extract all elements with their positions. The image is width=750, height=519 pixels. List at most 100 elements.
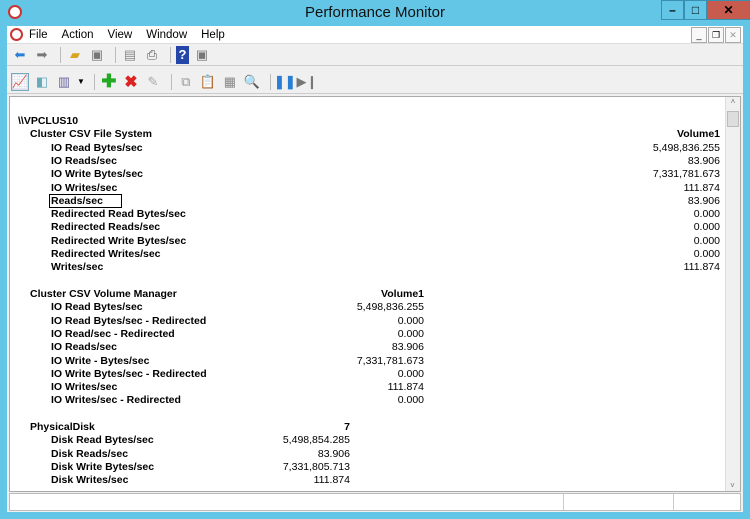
graph-type-dropdown-icon[interactable]: ▼ <box>77 77 85 86</box>
mdi-minimize-button[interactable]: _ <box>691 27 707 43</box>
counter-value: 83.906 <box>317 447 350 460</box>
menu-view[interactable]: View <box>108 29 133 41</box>
object-name[interactable]: Cluster CSV Volume Manager <box>30 288 177 301</box>
menu-bar: File Action View Window Help _ ❐ ✕ <box>7 26 743 44</box>
mmc-icon[interactable] <box>10 28 23 41</box>
counter-value: 0.000 <box>693 208 720 221</box>
object-name[interactable]: PhysicalDisk <box>30 421 95 434</box>
counter-value: 83.906 <box>391 341 424 354</box>
counter-name[interactable]: IO Read Bytes/sec <box>51 301 143 314</box>
counter-name[interactable]: IO Write - Bytes/sec <box>51 355 149 368</box>
add-counter-icon[interactable]: ✚ <box>100 71 118 91</box>
counter-value: 5,498,836.255 <box>652 141 720 154</box>
counter-value: 0.000 <box>693 248 720 260</box>
counter-value: 111.874 <box>683 261 720 274</box>
maximize-button[interactable]: □ <box>684 0 707 20</box>
scroll-down-icon[interactable]: ˅ <box>726 481 739 490</box>
highlight-icon[interactable]: ✎ <box>144 73 162 91</box>
back-icon[interactable]: ⬅ <box>11 46 29 64</box>
counter-name[interactable]: IO Reads/sec <box>51 155 117 168</box>
report-view: ˄ ˅ \\VPCLUS10 Cluster CSV File System Vol… <box>9 96 741 492</box>
counter-value: 0.000 <box>397 327 424 340</box>
title-bar: Performance Monitor – □ ✕ <box>0 0 750 26</box>
menu-help[interactable]: Help <box>201 29 225 41</box>
counter-name[interactable]: Redirected Read Bytes/sec <box>51 208 186 221</box>
counter-name[interactable]: Disk Reads/sec <box>51 448 128 461</box>
zoom-icon[interactable]: 🔍 <box>243 73 261 91</box>
counter-name[interactable]: Disk Read Bytes/sec <box>51 434 154 447</box>
counter-name[interactable]: IO Writes/sec <box>51 381 117 394</box>
counter-value: 111.874 <box>387 381 424 394</box>
freeze-display-icon[interactable]: ❚❚ <box>274 73 296 91</box>
export-list-icon[interactable]: ▤ <box>121 46 139 64</box>
status-pane-3 <box>673 494 743 510</box>
menu-file[interactable]: File <box>29 29 48 41</box>
counter-name[interactable]: IO Write Bytes/sec <box>51 168 143 181</box>
paste-counter-list-icon[interactable]: 📋 <box>199 73 217 91</box>
forward-icon[interactable]: ➡ <box>33 46 51 64</box>
instance-header[interactable]: 7 <box>344 421 350 434</box>
counter-value: 111.874 <box>683 181 720 194</box>
counter-name[interactable]: Writes/sec <box>51 261 103 274</box>
counter-value: 0.000 <box>693 221 720 234</box>
counter-value: 111.874 <box>313 474 350 487</box>
scroll-thumb[interactable] <box>727 111 739 127</box>
counter-name[interactable]: Disk Writes/sec <box>51 474 128 487</box>
counter-name[interactable]: Redirected Reads/sec <box>51 221 160 234</box>
counter-value: 0.000 <box>693 234 720 247</box>
up-folder-icon[interactable]: ▰ <box>66 46 84 64</box>
scroll-up-icon[interactable]: ˄ <box>726 97 740 106</box>
counter-value: 7,331,781.673 <box>652 168 720 181</box>
counter-value: 5,498,854.285 <box>282 434 350 447</box>
host-name: \\VPCLUS10 <box>18 115 79 127</box>
counter-name[interactable]: Disk Write Bytes/sec <box>51 461 154 474</box>
counter-name[interactable]: IO Writes/sec - Redirected <box>51 394 181 407</box>
view-graph-icon[interactable]: 📈 <box>11 72 29 91</box>
counter-value: 0.000 <box>397 367 424 380</box>
vertical-scrollbar[interactable]: ˄ ˅ <box>725 97 740 491</box>
close-button[interactable]: ✕ <box>707 0 750 20</box>
window-title: Performance Monitor <box>304 4 446 21</box>
menu-window[interactable]: Window <box>146 29 187 41</box>
status-bar <box>9 493 741 511</box>
counter-value: 83.906 <box>687 194 720 207</box>
counter-name[interactable]: IO Read/sec - Redirected <box>51 328 175 341</box>
copy-properties-icon[interactable]: ⧉ <box>177 73 195 91</box>
counter-name[interactable]: IO Write Bytes/sec - Redirected <box>51 368 207 381</box>
show-hide-tree-icon[interactable]: ▣ <box>88 46 106 64</box>
action-pane-icon[interactable]: ▣ <box>193 46 211 64</box>
counter-value: 0.000 <box>397 314 424 327</box>
properties-icon[interactable]: ▦ <box>221 73 239 91</box>
view-current-activity-icon[interactable]: ◧ <box>33 73 51 91</box>
mdi-restore-button[interactable]: ❐ <box>708 27 724 43</box>
print-icon[interactable]: ⎙ <box>143 46 161 64</box>
update-data-icon[interactable]: ▶❙ <box>296 73 317 91</box>
counter-value: 5,498,836.255 <box>356 301 424 314</box>
mdi-close-button[interactable]: ✕ <box>725 27 741 43</box>
counter-value: 7,331,781.673 <box>356 354 424 367</box>
perfmon-toolbar: 📈 ◧ ▥ ▼ ✚ ✖ ✎ ⧉ 📋 ▦ 🔍 ❚❚ ▶❙ <box>7 70 743 94</box>
counter-name[interactable]: IO Read Bytes/sec <box>51 142 143 155</box>
main-frame: File Action View Window Help _ ❐ ✕ ⬅ ➡ ▰… <box>7 26 743 512</box>
counter-name[interactable]: IO Writes/sec <box>51 182 117 195</box>
status-pane-2 <box>563 494 673 510</box>
counter-value: 7,331,805.713 <box>282 460 350 473</box>
counter-name[interactable]: Redirected Writes/sec <box>51 248 161 261</box>
instance-header[interactable]: Volume1 <box>677 128 720 141</box>
mdi-controls: _ ❐ ✕ <box>690 27 741 43</box>
object-name[interactable]: Cluster CSV File System <box>30 128 152 141</box>
change-graph-type-icon[interactable]: ▥ <box>55 73 73 91</box>
menu-action[interactable]: Action <box>62 29 94 41</box>
standard-toolbar: ⬅ ➡ ▰ ▣ ▤ ⎙ ? ▣ <box>7 44 743 66</box>
counter-name[interactable]: IO Reads/sec <box>51 341 117 354</box>
counter-name[interactable]: Reads/sec <box>49 193 122 208</box>
selected-counter[interactable]: Reads/sec <box>49 193 122 208</box>
minimize-button[interactable]: – <box>661 0 684 20</box>
counter-value: 83.906 <box>687 154 720 167</box>
counter-name[interactable]: Redirected Write Bytes/sec <box>51 235 186 248</box>
delete-counter-icon[interactable]: ✖ <box>122 73 140 91</box>
help-icon[interactable]: ? <box>176 45 189 64</box>
instance-header[interactable]: Volume1 <box>381 288 424 301</box>
counter-value: 0.000 <box>397 394 424 407</box>
counter-name[interactable]: IO Read Bytes/sec - Redirected <box>51 315 206 328</box>
